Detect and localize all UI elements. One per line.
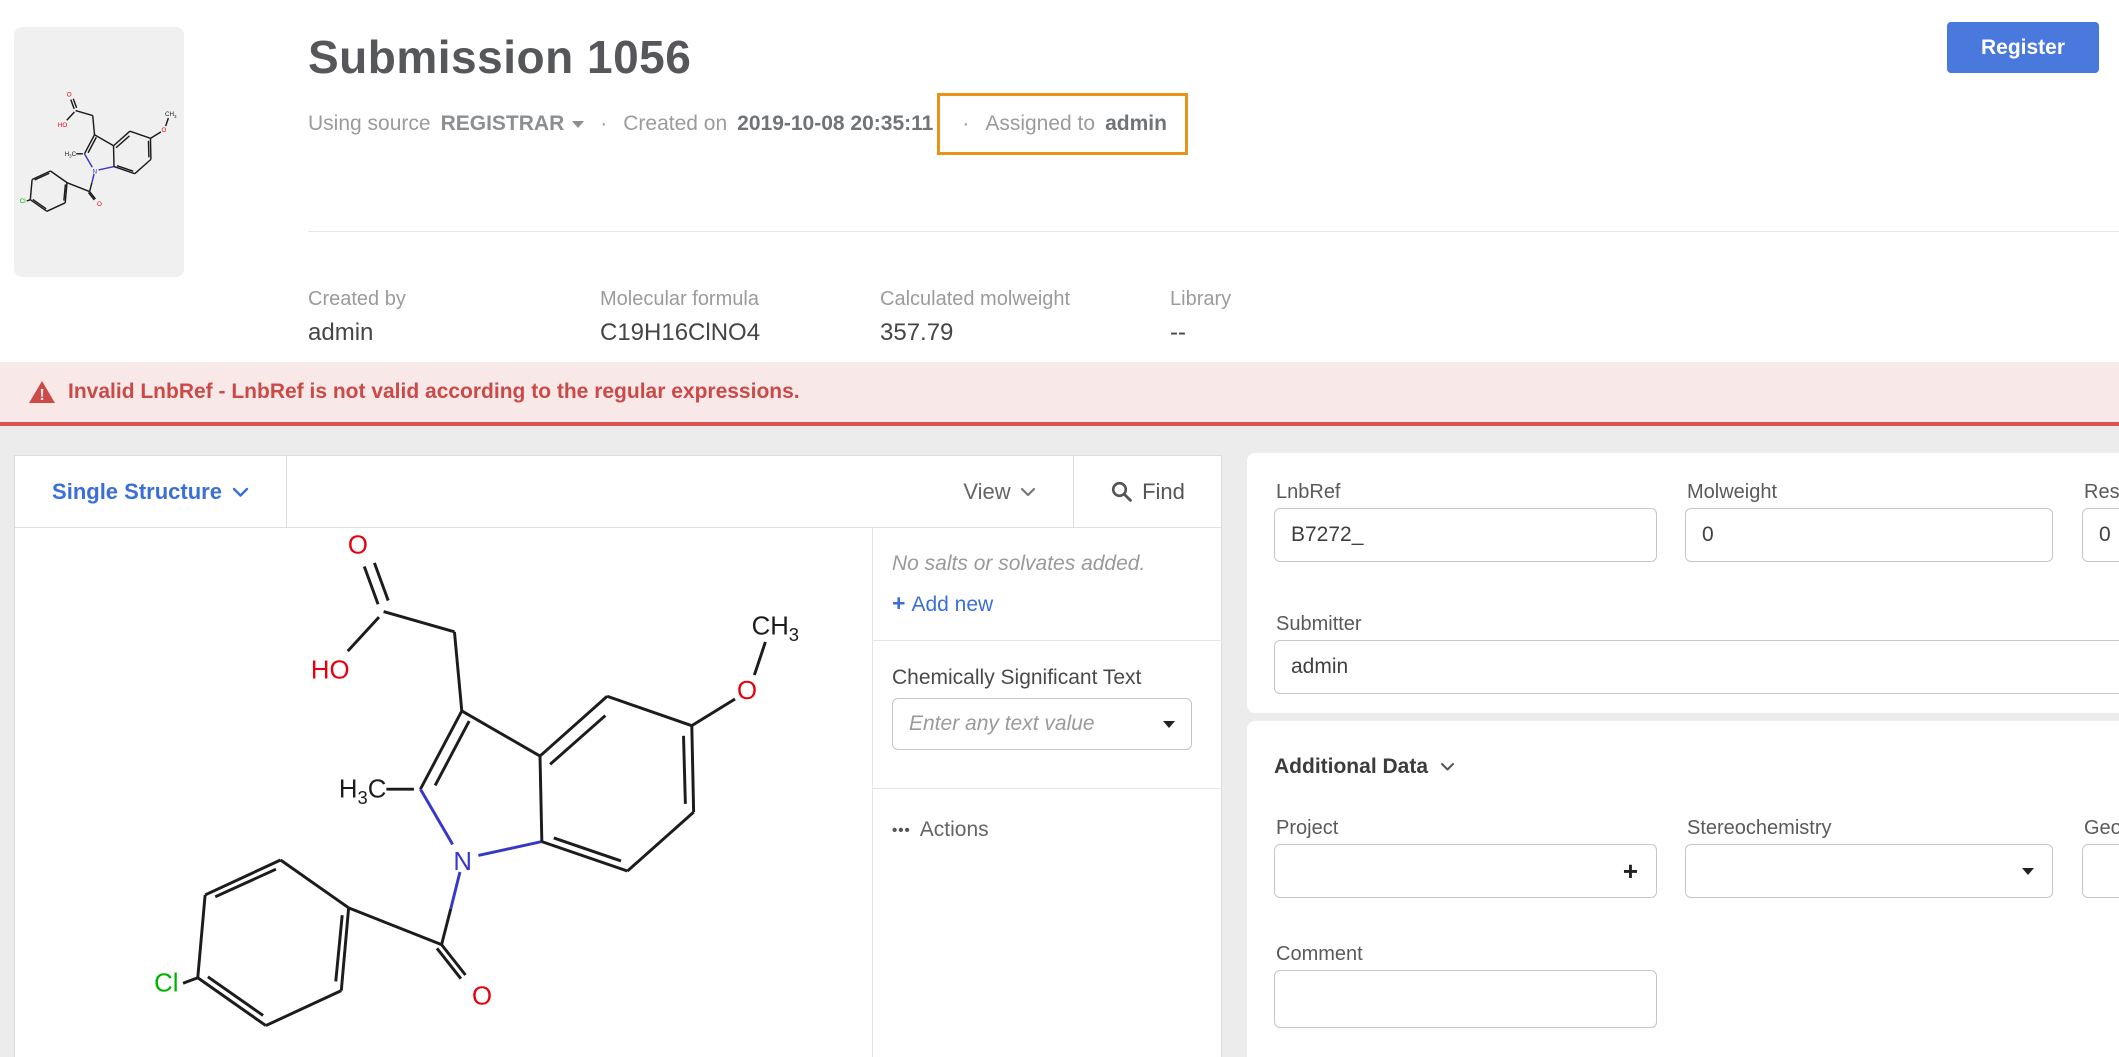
restriction-input[interactable] [2082, 508, 2119, 562]
chevron-down-icon [232, 487, 249, 498]
stereochemistry-dropdown[interactable] [1685, 844, 2053, 898]
stat-value: -- [1170, 319, 1231, 347]
chemically-significant-text-section: Chemically Significant Text Enter any te… [873, 641, 1222, 789]
stat-label: Molecular formula [600, 288, 760, 311]
compound-registration-app: Submission 1056 Using source REGISTRAR ·… [0, 0, 2119, 1057]
structure-type-label: Single Structure [52, 479, 222, 505]
created-on-value: 2019-10-08 20:35:11 [737, 112, 933, 136]
header-divider [308, 231, 2119, 232]
caret-down-icon [2022, 868, 2034, 875]
lnbref-input[interactable] [1274, 508, 1657, 562]
stat-library: Library -- [1170, 288, 1231, 347]
structure-thumbnail[interactable] [14, 27, 184, 277]
stat-label: Calculated molweight [880, 288, 1070, 311]
comment-input[interactable] [1274, 970, 1657, 1028]
submission-header: Submission 1056 Using source REGISTRAR ·… [0, 0, 2119, 362]
created-on-label: Created on [623, 112, 727, 136]
comment-label: Comment [1276, 943, 1363, 966]
geo-dropdown[interactable] [2082, 844, 2119, 898]
using-source-label: Using source [308, 112, 431, 136]
stat-calculated-molweight: Calculated molweight 357.79 [880, 288, 1070, 347]
warning-icon: ! [28, 379, 56, 405]
add-salt-button[interactable]: + Add new [892, 590, 993, 617]
structure-canvas[interactable] [15, 528, 872, 1057]
additional-data-card: Additional Data Project + Stereochemistr… [1247, 721, 2119, 1057]
search-icon [1111, 481, 1133, 503]
chevron-down-icon [1020, 487, 1036, 497]
cst-label: Chemically Significant Text [892, 666, 1141, 690]
dot-separator: · [600, 112, 607, 136]
cst-placeholder: Enter any text value [909, 712, 1163, 736]
plus-icon: + [892, 590, 905, 616]
stat-value: admin [308, 319, 406, 347]
find-button[interactable]: Find [1074, 456, 1222, 528]
salts-empty-text: No salts or solvates added. [892, 552, 1145, 576]
caret-down-icon [1163, 721, 1175, 728]
structure-thumbnail-image [18, 33, 180, 271]
source-value: REGISTRAR [441, 112, 565, 136]
assigned-to-highlight-box: · Assigned to admin [937, 93, 1188, 155]
cst-dropdown[interactable]: Enter any text value [892, 698, 1192, 750]
submitter-input[interactable] [1274, 640, 2119, 694]
additional-data-label: Additional Data [1274, 755, 1428, 779]
stat-label: Library [1170, 288, 1231, 311]
structure-side-panel: No salts or solvates added. + Add new Che… [872, 528, 1222, 1057]
registration-form-card: LnbRef Molweight Rest Submitter [1247, 453, 2119, 713]
error-message: Invalid LnbRef - LnbRef is not valid acc… [68, 380, 800, 404]
structure-card: Single Structure View Find [14, 455, 1222, 1057]
restriction-label: Rest [2084, 481, 2119, 504]
dot-separator: · [962, 112, 969, 136]
geo-label: Geo [2084, 817, 2119, 840]
assigned-to-label: Assigned to [985, 112, 1095, 136]
structure-type-dropdown[interactable]: Single Structure [15, 456, 287, 528]
salts-section: No salts or solvates added. + Add new [873, 528, 1222, 641]
molweight-label: Molweight [1687, 481, 1777, 504]
project-picker[interactable]: + [1274, 844, 1657, 898]
view-label: View [963, 479, 1010, 505]
molweight-input[interactable] [1685, 508, 2053, 562]
svg-text:!: ! [39, 387, 44, 404]
stat-value: 357.79 [880, 319, 1070, 347]
page-title: Submission 1056 [308, 30, 691, 84]
additional-data-toggle[interactable]: Additional Data [1274, 755, 1455, 779]
stat-created-by: Created by admin [308, 288, 406, 347]
actions-label: Actions [920, 818, 989, 842]
view-dropdown[interactable]: View [927, 456, 1072, 528]
add-salt-label: Add new [911, 593, 993, 616]
project-label: Project [1276, 817, 1338, 840]
structure-drawing [15, 528, 872, 1057]
plus-icon: + [1623, 858, 1638, 884]
source-dropdown[interactable]: REGISTRAR [441, 112, 585, 136]
stat-molecular-formula: Molecular formula C19H16ClNO4 [600, 288, 760, 347]
assigned-to-value: admin [1105, 112, 1167, 136]
submitter-label: Submitter [1276, 613, 1362, 636]
find-label: Find [1142, 479, 1185, 505]
submission-meta-line: Using source REGISTRAR · Created on 2019… [308, 100, 1188, 148]
chevron-down-icon [572, 121, 584, 128]
stat-label: Created by [308, 288, 406, 311]
register-button[interactable]: Register [1947, 22, 2099, 73]
stereochemistry-label: Stereochemistry [1687, 817, 1832, 840]
validation-error-banner: ! Invalid LnbRef - LnbRef is not valid a… [0, 362, 2119, 426]
structure-toolbar: Single Structure View Find [15, 456, 1221, 528]
actions-button[interactable]: ••• Actions [892, 818, 989, 842]
lnbref-label: LnbRef [1276, 481, 1341, 504]
chevron-down-icon [1440, 762, 1455, 772]
ellipsis-icon: ••• [892, 822, 911, 839]
stat-value: C19H16ClNO4 [600, 319, 760, 347]
